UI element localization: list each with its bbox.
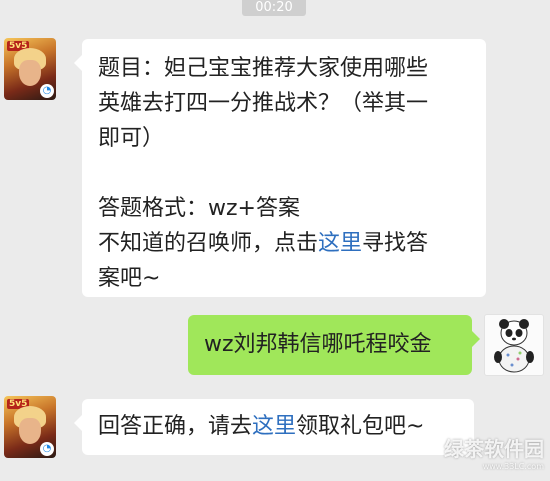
message-bubble-reply[interactable]: 回答正确，请去这里领取礼包吧~ bbox=[74, 399, 474, 455]
message-bubble-question[interactable]: 题目：妲己宝宝推荐大家使用哪些 英雄去打四一分推战术？（举其一 即可） 答题格式… bbox=[74, 39, 486, 297]
watermark-url: www.33LC.com bbox=[482, 462, 544, 471]
answer-format-line: 答题格式：wz+答案 bbox=[98, 196, 300, 221]
hint-line: 不知道的召唤师，点击这里寻找答 bbox=[98, 226, 470, 261]
user-avatar[interactable] bbox=[484, 314, 544, 376]
site-watermark: 绿茶软件园 www.33LC.com bbox=[444, 433, 544, 471]
app-badge-icon: ◔ bbox=[40, 84, 54, 98]
hint-line-end: 案吧~ bbox=[98, 266, 161, 291]
question-line-2: 英雄去打四一分推战术？（举其一 bbox=[98, 91, 429, 116]
panda-icon bbox=[494, 319, 534, 373]
question-line-3: 即可） bbox=[98, 126, 165, 151]
hero-face-shape bbox=[19, 60, 41, 86]
reply-link[interactable]: 这里 bbox=[252, 414, 296, 439]
question-line-1: 题目：妲己宝宝推荐大家使用哪些 bbox=[98, 56, 429, 81]
game-avatar[interactable]: 5v5 ◔ bbox=[4, 38, 56, 100]
message-bubble-user-answer[interactable]: wz刘邦韩信哪吒程咬金 bbox=[188, 315, 480, 375]
game-avatar[interactable]: 5v5 ◔ bbox=[4, 396, 56, 458]
user-answer-text: wz刘邦韩信哪吒程咬金 bbox=[204, 332, 432, 357]
timestamp: 00:20 bbox=[242, 0, 306, 16]
hint-text-post: 寻找答 bbox=[362, 231, 429, 256]
watermark-title: 绿茶软件园 bbox=[444, 437, 544, 461]
hero-face-shape bbox=[19, 418, 41, 444]
hint-text-pre: 不知道的召唤师，点击 bbox=[98, 231, 319, 256]
app-badge-icon: ◔ bbox=[40, 442, 54, 456]
hint-link[interactable]: 这里 bbox=[318, 231, 362, 256]
reply-text-pre: 回答正确，请去 bbox=[98, 414, 253, 439]
reply-text-post: 领取礼包吧~ bbox=[296, 414, 425, 439]
